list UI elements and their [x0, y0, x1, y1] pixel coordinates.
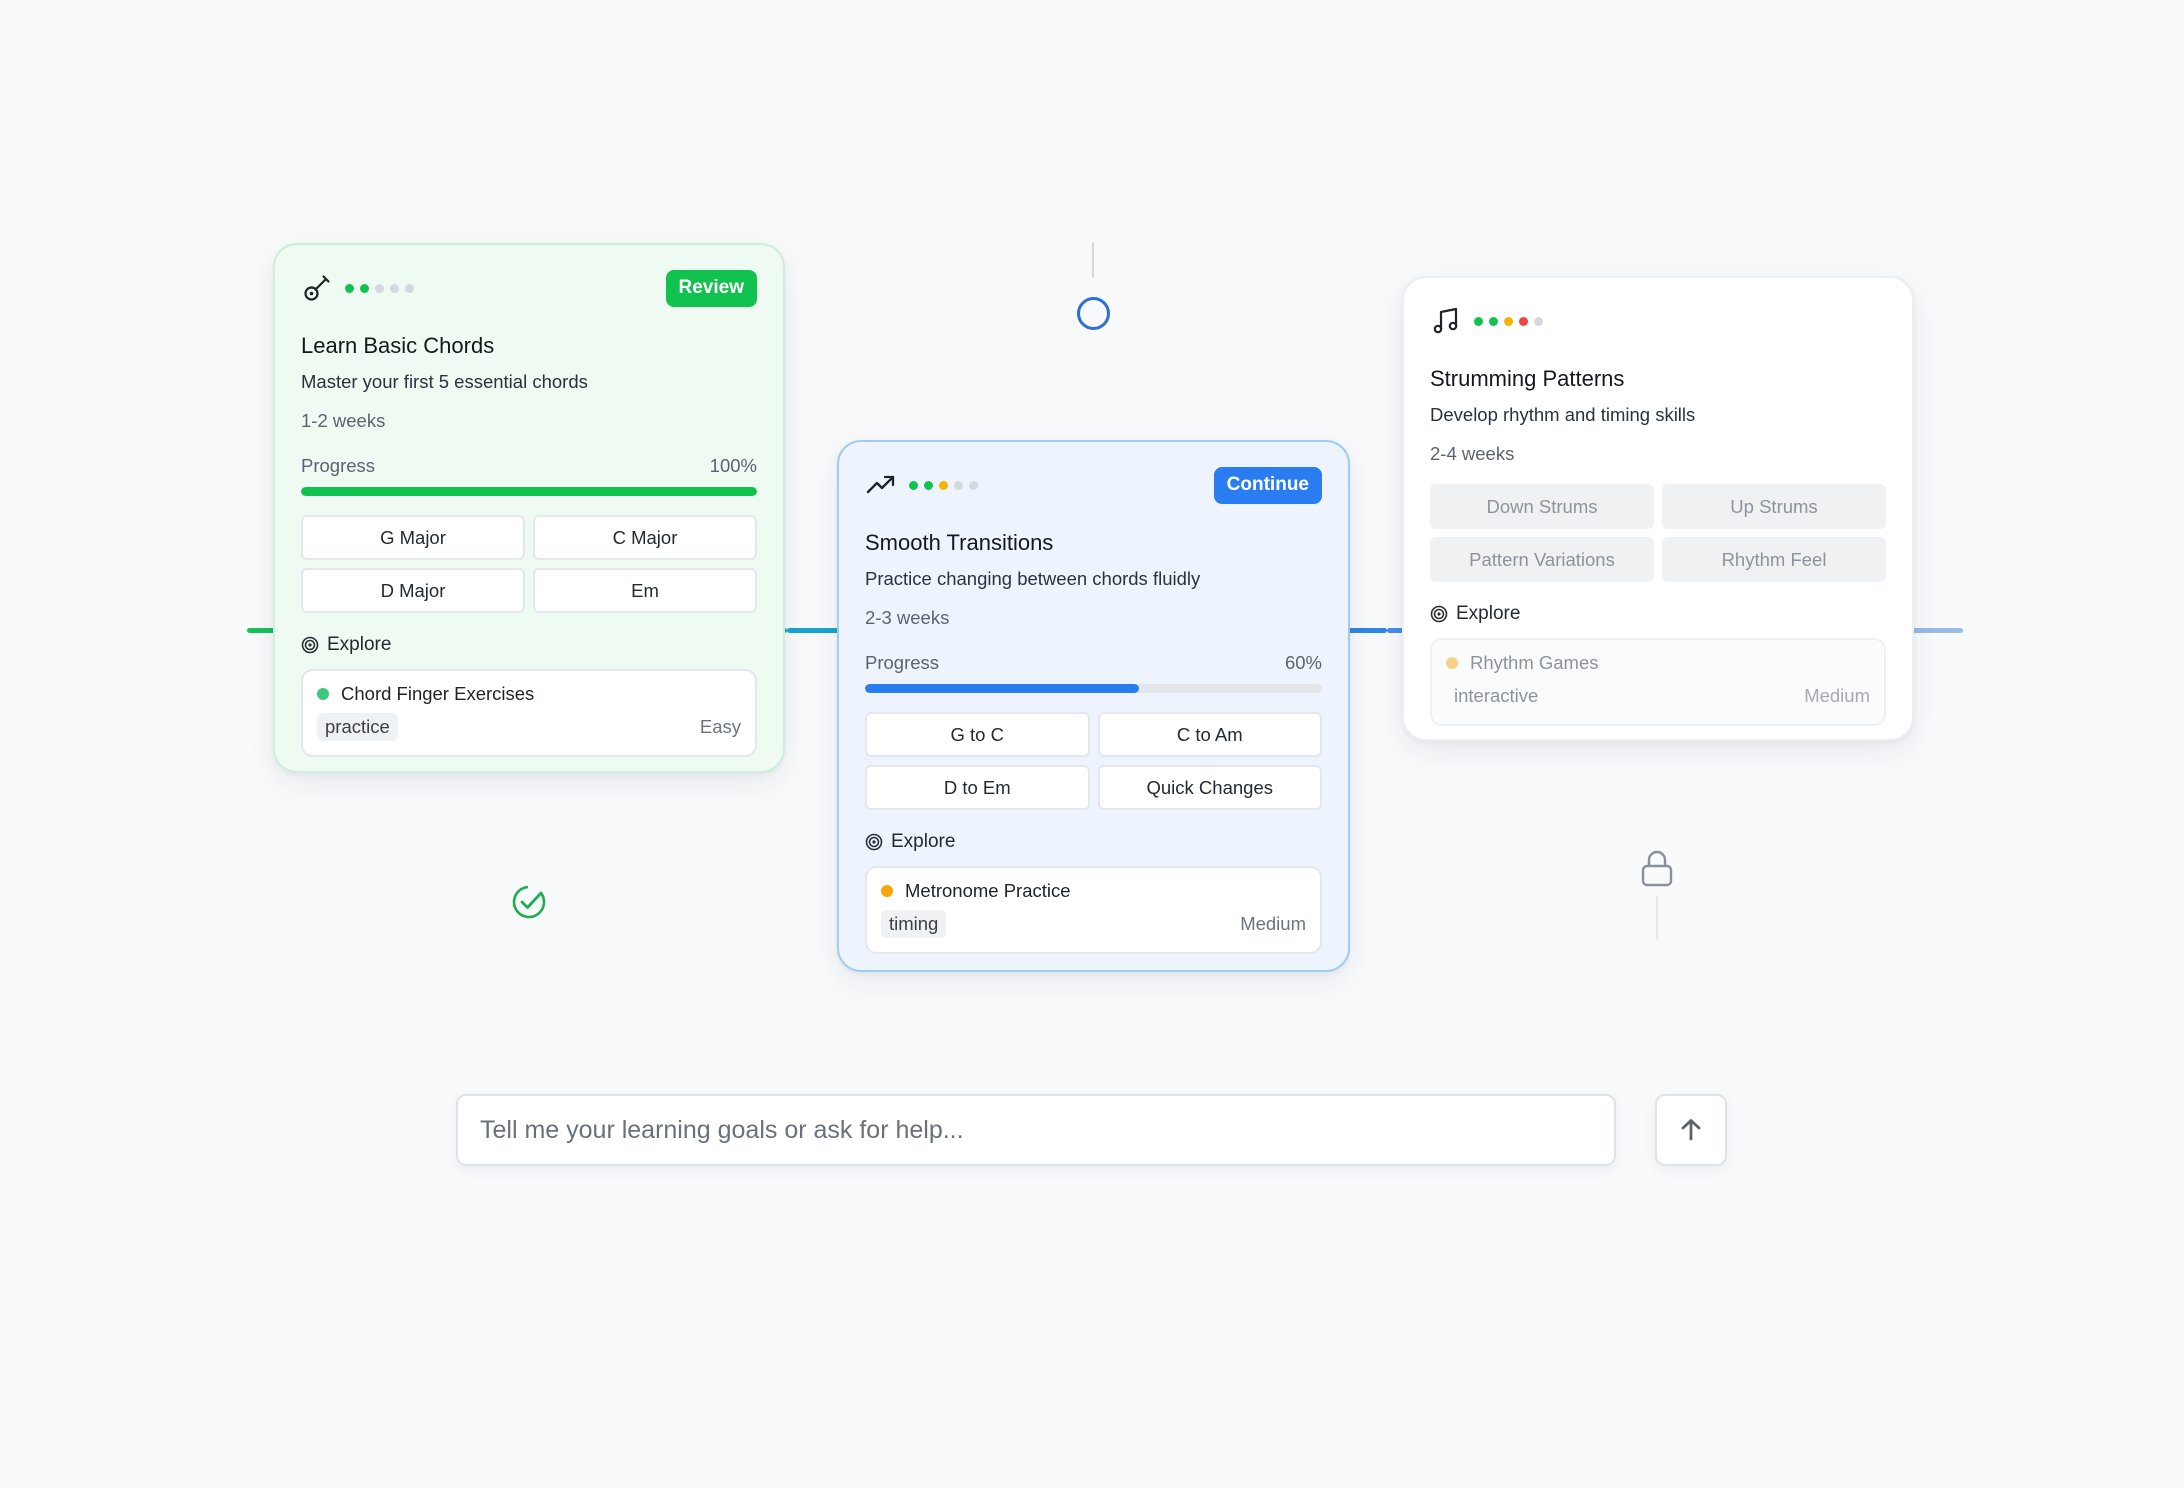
card-duration: 1-2 weeks	[301, 410, 386, 431]
exercise-level: Easy	[699, 716, 741, 737]
difficulty-dots	[345, 283, 414, 293]
difficulty-dot	[390, 283, 399, 293]
node-stem	[1092, 242, 1094, 278]
exercise-item[interactable]: Chord Finger Exercises practice Easy	[301, 669, 757, 757]
difficulty-dot	[1504, 316, 1513, 326]
chip-g-major[interactable]: G Major	[301, 515, 525, 560]
send-button[interactable]	[1655, 1094, 1727, 1166]
difficulty-dot	[1474, 316, 1483, 326]
chip-g-to-c[interactable]: G to C	[865, 712, 1090, 757]
progress-value: 60%	[1284, 652, 1322, 673]
difficulty-dot	[1519, 316, 1528, 326]
chip-em[interactable]: Em	[533, 568, 757, 613]
card-duration: 2-4 weeks	[1430, 443, 1515, 464]
transition-chips: G to C C to Am D to Em Quick Changes	[865, 712, 1322, 810]
target-icon	[301, 636, 319, 654]
chat-input-wrapper	[456, 1094, 1616, 1166]
exercise-name: Rhythm Games	[1470, 652, 1599, 673]
node-stem	[1656, 895, 1658, 940]
exercise-level: Medium	[1804, 685, 1870, 706]
learning-path-stage: Review Learn Basic Chords Master your fi…	[0, 0, 2184, 1488]
card-subtitle: Develop rhythm and timing skills	[1430, 404, 1696, 425]
difficulty-dot	[360, 283, 369, 293]
progress-value: 100%	[709, 455, 757, 476]
difficulty-dot	[909, 480, 918, 490]
difficulty-dots	[909, 480, 978, 490]
difficulty-dot	[939, 480, 948, 490]
chip-up-strums: Up Strums	[1662, 484, 1886, 529]
card-title: Smooth Transitions	[865, 530, 1054, 555]
exercise-tag: timing	[881, 910, 947, 938]
guitar-icon	[301, 272, 333, 304]
lock-icon	[1641, 850, 1673, 887]
explore-header: Explore	[865, 831, 1322, 853]
card-title: Learn Basic Chords	[301, 333, 495, 358]
card-duration: 2-3 weeks	[865, 607, 950, 628]
difficulty-dot	[969, 480, 978, 490]
exercise-name: Chord Finger Exercises	[341, 683, 535, 704]
progress-fill	[301, 487, 757, 496]
exercise-status-dot	[881, 885, 893, 897]
difficulty-dot	[924, 480, 933, 490]
lesson-card-learn-basic-chords[interactable]: Review Learn Basic Chords Master your fi…	[273, 243, 785, 773]
target-icon	[865, 833, 883, 851]
trending-up-icon	[865, 469, 897, 501]
check-circle-icon	[512, 885, 546, 919]
difficulty-dot	[375, 283, 384, 293]
exercise-status-dot	[317, 688, 329, 700]
difficulty-dot	[405, 283, 414, 293]
explore-label: Explore	[891, 831, 956, 852]
chip-d-to-em[interactable]: D to Em	[865, 765, 1090, 810]
music-note-icon	[1430, 305, 1462, 337]
strum-chips: Down Strums Up Strums Pattern Variations…	[1430, 484, 1886, 582]
difficulty-dot	[1534, 316, 1543, 326]
card-subtitle: Master your first 5 essential chords	[301, 371, 588, 392]
progress-label: Progress	[301, 455, 376, 476]
difficulty-dot	[345, 283, 354, 293]
progress-bar	[865, 684, 1322, 693]
chip-down-strums: Down Strums	[1430, 484, 1654, 529]
card-subtitle: Practice changing between chords fluidly	[865, 568, 1201, 589]
chip-c-major[interactable]: C Major	[533, 515, 757, 560]
explore-header: Explore	[1430, 603, 1886, 625]
explore-label: Explore	[327, 634, 392, 655]
chip-c-to-am[interactable]: C to Am	[1097, 712, 1322, 757]
chord-chips: G Major C Major D Major Em	[301, 515, 757, 613]
arrow-up-icon	[1681, 1119, 1701, 1141]
lesson-card-smooth-transitions[interactable]: Continue Smooth Transitions Practice cha…	[837, 440, 1350, 972]
exercise-item[interactable]: Metronome Practice timing Medium	[865, 866, 1322, 954]
progress-bar	[301, 487, 757, 496]
difficulty-dots	[1474, 316, 1543, 326]
exercise-tag: interactive	[1454, 685, 1539, 706]
exercise-level: Medium	[1240, 913, 1306, 934]
card-title: Strumming Patterns	[1430, 366, 1625, 391]
review-button[interactable]: Review	[665, 269, 757, 307]
continue-button[interactable]: Continue	[1213, 466, 1322, 504]
lesson-card-strumming-patterns[interactable]: Strumming Patterns Develop rhythm and ti…	[1402, 276, 1914, 741]
chip-rhythm-feel: Rhythm Feel	[1662, 537, 1886, 582]
circle-ring-icon[interactable]	[1077, 297, 1110, 330]
progress-fill	[865, 684, 1140, 693]
chip-pattern-variations: Pattern Variations	[1430, 537, 1654, 582]
exercise-status-dot	[1446, 657, 1458, 669]
explore-label: Explore	[1456, 603, 1521, 624]
difficulty-dot	[1489, 316, 1498, 326]
explore-header: Explore	[301, 634, 757, 656]
chip-quick-changes[interactable]: Quick Changes	[1097, 765, 1322, 810]
progress-label: Progress	[865, 652, 940, 673]
exercise-item: Rhythm Games interactive Medium	[1430, 638, 1886, 726]
target-icon	[1430, 605, 1448, 623]
chip-d-major[interactable]: D Major	[301, 568, 525, 613]
exercise-name: Metronome Practice	[905, 880, 1071, 901]
chat-input[interactable]	[458, 1096, 1614, 1164]
difficulty-dot	[954, 480, 963, 490]
exercise-tag: practice	[317, 713, 398, 741]
